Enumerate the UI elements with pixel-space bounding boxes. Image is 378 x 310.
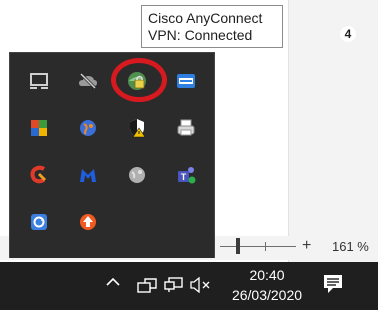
zoom-slider-tick [265, 242, 266, 251]
notification-count-badge: 4 [340, 26, 356, 42]
ccleaner-icon[interactable] [14, 152, 63, 199]
ccs-app-icon[interactable] [161, 57, 210, 104]
empty-slot [161, 199, 210, 246]
printer-icon[interactable] [161, 104, 210, 151]
network-globe-icon[interactable] [63, 104, 112, 151]
overflow-chevron-icon[interactable] [106, 275, 120, 289]
display-icon[interactable] [14, 57, 63, 104]
empty-slot [112, 199, 161, 246]
gray-globe-icon[interactable] [112, 152, 161, 199]
cisco-anyconnect-vpn-icon[interactable] [112, 57, 161, 104]
wifi-icon[interactable] [137, 277, 157, 293]
security-shield-warning-icon[interactable] [112, 104, 161, 151]
tray-overflow-flyout: T [9, 52, 215, 258]
sync-app-icon[interactable] [14, 199, 63, 246]
vpn-tooltip: Cisco AnyConnect VPN: Connected [141, 5, 283, 48]
taskbar: 20:40 26/03/2020 [0, 262, 378, 310]
malwarebytes-icon[interactable] [63, 152, 112, 199]
zoom-slider-track[interactable] [220, 246, 296, 247]
clock-time: 20:40 [249, 267, 285, 283]
volume-muted-icon[interactable] [190, 277, 212, 293]
network-icon[interactable] [164, 277, 184, 293]
zoom-slider-thumb[interactable] [236, 238, 240, 254]
update-arrow-icon[interactable] [63, 199, 112, 246]
tooltip-app-name: Cisco AnyConnect [148, 10, 263, 26]
system-clock[interactable]: 20:40 26/03/2020 [226, 265, 308, 305]
clock-date: 26/03/2020 [231, 287, 303, 303]
office-suite-icon[interactable] [14, 104, 63, 151]
notification-icon [324, 275, 342, 293]
cloud-offline-icon[interactable] [63, 57, 112, 104]
zoom-in-button[interactable]: + [302, 236, 311, 256]
tooltip-status: VPN: Connected [148, 27, 253, 43]
action-center-button[interactable] [322, 273, 352, 301]
teams-icon[interactable]: T [161, 152, 210, 199]
document-side-panel [288, 0, 378, 262]
zoom-level-label[interactable]: 161 % [332, 239, 369, 254]
svg-text:T: T [180, 172, 186, 182]
